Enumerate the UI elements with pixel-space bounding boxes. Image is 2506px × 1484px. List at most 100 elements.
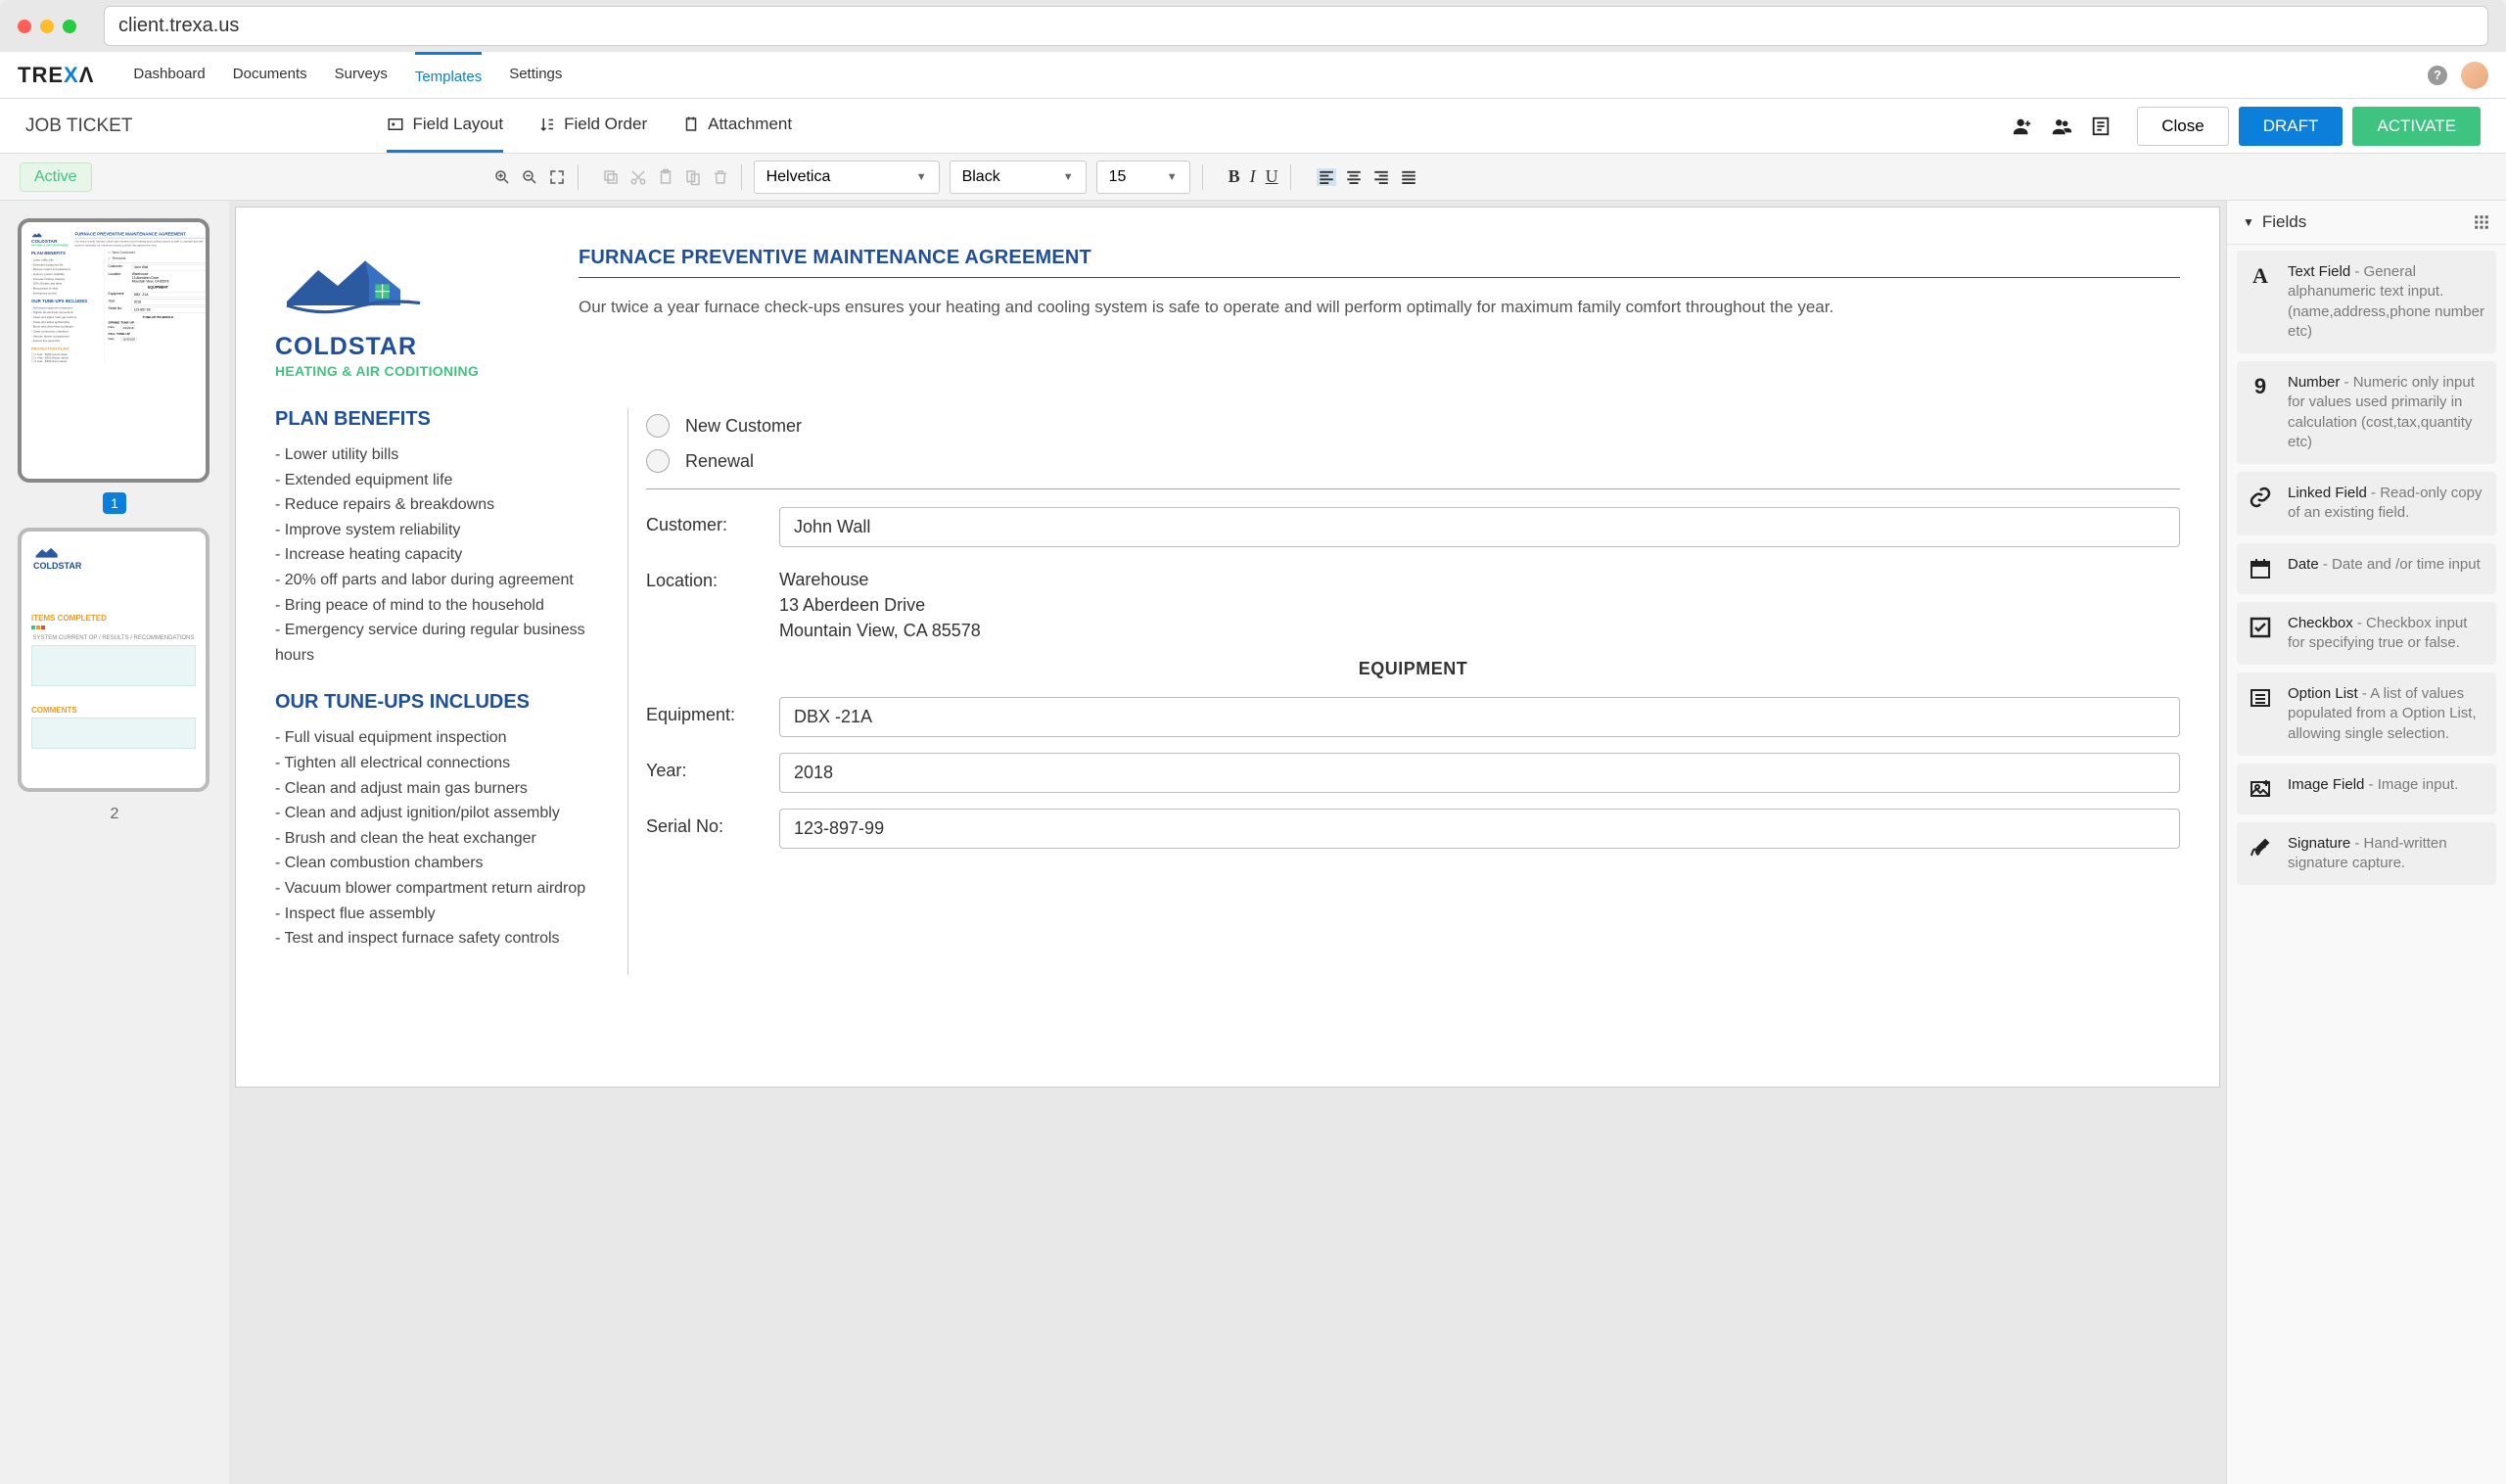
- close-button[interactable]: Close: [2137, 107, 2228, 146]
- zoom-group: [493, 168, 566, 186]
- page-thumbnail-1[interactable]: COLDSTAR HEATING & AIR CODITIONING FURNA…: [18, 218, 209, 483]
- field-text[interactable]: A Text Field - General alphanumeric text…: [2237, 251, 2496, 353]
- font-select[interactable]: Helvetica▼: [754, 161, 940, 194]
- align-right-icon[interactable]: [1371, 168, 1391, 186]
- list-item: Clean and adjust ignition/pilot assembly: [275, 801, 598, 826]
- copy-icon[interactable]: [602, 168, 620, 186]
- field-linked[interactable]: Linked Field - Read-only copy of an exis…: [2237, 472, 2496, 535]
- tab-field-layout[interactable]: Field Layout: [387, 99, 503, 153]
- image-icon: [2247, 775, 2274, 803]
- thumb-page-number: 1: [103, 492, 126, 514]
- list-item: Inspect flue assembly: [275, 902, 598, 927]
- list-item: Extended equipment life: [275, 468, 598, 493]
- link-icon: [2247, 484, 2274, 511]
- list-item: Emergency service during regular busines…: [275, 618, 598, 668]
- main: COLDSTAR HEATING & AIR CODITIONING FURNA…: [0, 201, 2506, 1484]
- plan-benefits-list: Lower utility bills Extended equipment l…: [275, 442, 598, 668]
- tab-attachment[interactable]: Attachment: [682, 99, 792, 153]
- number-field-icon: 9: [2247, 373, 2274, 400]
- customer-label: Customer:: [646, 507, 762, 535]
- nav-templates[interactable]: Templates: [415, 52, 482, 99]
- location-label: Location:: [646, 563, 762, 591]
- tab-field-order[interactable]: Field Order: [538, 99, 647, 153]
- field-image[interactable]: Image Field - Image input.: [2237, 764, 2496, 814]
- thumb-page-number: 2: [111, 802, 119, 827]
- radio-new-customer[interactable]: New Customer: [646, 408, 2180, 443]
- paste-icon[interactable]: [657, 168, 674, 186]
- draft-button[interactable]: DRAFT: [2239, 107, 2344, 146]
- company-name: COLDSTAR: [275, 333, 530, 361]
- year-input[interactable]: 2018: [779, 753, 2180, 793]
- list-item: Test and inspect furnace safety controls: [275, 926, 598, 951]
- field-signature[interactable]: Signature - Hand-written signature captu…: [2237, 822, 2496, 886]
- avatar[interactable]: [2461, 62, 2488, 89]
- cut-icon[interactable]: [629, 168, 647, 186]
- location-value: Warehouse 13 Aberdeen Drive Mountain Vie…: [779, 563, 2180, 643]
- help-icon[interactable]: ?: [2428, 66, 2447, 85]
- nav-surveys[interactable]: Surveys: [335, 52, 388, 99]
- fields-header[interactable]: ▼ Fields: [2227, 201, 2506, 245]
- form-icon[interactable]: [2090, 116, 2112, 137]
- list-item: Clean and adjust main gas burners: [275, 776, 598, 802]
- top-nav: TREXΛ Dashboard Documents Surveys Templa…: [0, 52, 2506, 99]
- nav-dashboard[interactable]: Dashboard: [133, 52, 205, 99]
- field-date[interactable]: Date - Date and /or time input: [2237, 543, 2496, 594]
- status-badge: Active: [20, 162, 92, 192]
- equipment-input[interactable]: DBX -21A: [779, 697, 2180, 737]
- list-item: Vacuum blower compartment return airdrop: [275, 876, 598, 902]
- toolbar: Active Helvetica▼ Black▼ 15▼ B I U: [0, 154, 2506, 201]
- duplicate-icon[interactable]: [684, 168, 702, 186]
- radio-icon: [646, 449, 670, 473]
- list-item: Tighten all electrical connections: [275, 751, 598, 776]
- serial-input[interactable]: 123-897-99: [779, 809, 2180, 849]
- nav-settings[interactable]: Settings: [509, 52, 562, 99]
- close-window-button[interactable]: [18, 20, 31, 33]
- thumbnails-panel: COLDSTAR HEATING & AIR CODITIONING FURNA…: [0, 201, 229, 1484]
- list-item: Brush and clean the heat exchanger: [275, 826, 598, 852]
- divider: [646, 488, 2180, 489]
- zoom-out-icon[interactable]: [521, 168, 538, 186]
- customer-input[interactable]: John Wall: [779, 507, 2180, 547]
- page-thumbnail-2[interactable]: COLDSTAR ITEMS COMPLETED SYSTEM CURRENT …: [18, 528, 209, 792]
- underline-icon[interactable]: U: [1266, 166, 1278, 187]
- align-center-icon[interactable]: [1344, 168, 1364, 186]
- field-number[interactable]: 9 Number - Numeric only input for values…: [2237, 361, 2496, 464]
- radio-renewal[interactable]: Renewal: [646, 443, 2180, 479]
- list-item: 20% off parts and labor during agreement: [275, 568, 598, 593]
- list-item: Reduce repairs & breakdowns: [275, 492, 598, 518]
- page-title: JOB TICKET: [25, 116, 132, 137]
- expand-icon[interactable]: [548, 168, 566, 186]
- zoom-in-icon[interactable]: [493, 168, 511, 186]
- year-label: Year:: [646, 753, 762, 781]
- document-page: COLDSTAR HEATING & AIR CODITIONING FURNA…: [235, 207, 2220, 1088]
- grid-view-icon[interactable]: [2473, 213, 2490, 231]
- size-select[interactable]: 15▼: [1096, 161, 1190, 194]
- maximize-window-button[interactable]: [63, 20, 76, 33]
- calendar-icon: [2247, 555, 2274, 582]
- users-icon[interactable]: [2051, 116, 2072, 137]
- align-justify-icon[interactable]: [1399, 168, 1418, 186]
- plan-benefits-heading: PLAN BENEFITS: [275, 408, 598, 431]
- minimize-window-button[interactable]: [40, 20, 54, 33]
- layout-icon: [387, 116, 404, 133]
- color-select[interactable]: Black▼: [950, 161, 1087, 194]
- align-left-icon[interactable]: [1317, 168, 1336, 186]
- canvas[interactable]: COLDSTAR HEATING & AIR CODITIONING FURNA…: [229, 201, 2226, 1484]
- nav-documents[interactable]: Documents: [233, 52, 307, 99]
- list-item: Lower utility bills: [275, 442, 598, 468]
- bold-icon[interactable]: B: [1229, 166, 1240, 187]
- list-item: Clean combustion chambers: [275, 851, 598, 876]
- caret-down-icon: ▼: [1167, 171, 1178, 183]
- activate-button[interactable]: ACTIVATE: [2352, 107, 2481, 146]
- list-item: Improve system reliability: [275, 518, 598, 543]
- url-bar[interactable]: client.trexa.us: [104, 6, 2488, 46]
- trash-icon[interactable]: [712, 168, 729, 186]
- fields-panel: ▼ Fields A Text Field - General alphanum…: [2226, 201, 2506, 1484]
- add-user-icon[interactable]: [2012, 116, 2033, 137]
- italic-icon[interactable]: I: [1250, 166, 1256, 187]
- field-option-list[interactable]: Option List - A list of values populated…: [2237, 672, 2496, 756]
- field-checkbox[interactable]: Checkbox - Checkbox input for specifying…: [2237, 602, 2496, 666]
- document-intro: Our twice a year furnace check-ups ensur…: [579, 296, 2180, 320]
- field-items: A Text Field - General alphanumeric text…: [2227, 245, 2506, 891]
- tuneups-list: Full visual equipment inspection Tighten…: [275, 725, 598, 951]
